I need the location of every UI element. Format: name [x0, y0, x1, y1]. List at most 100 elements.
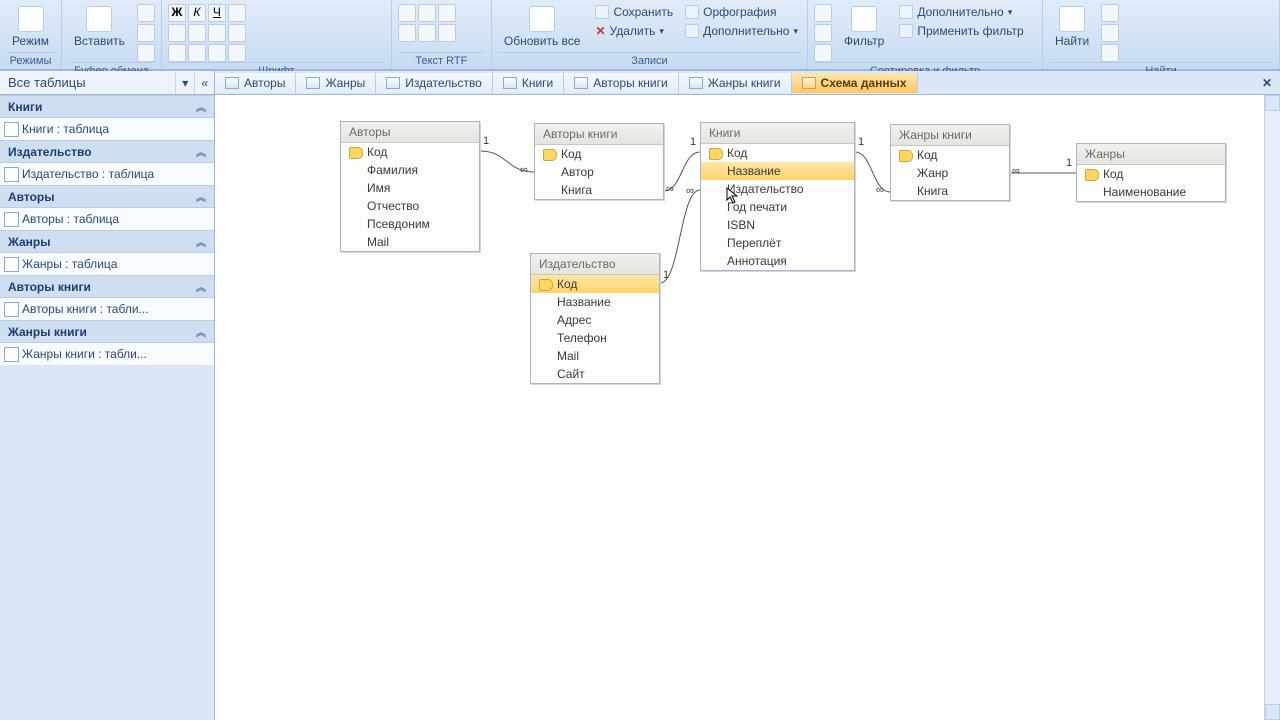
copy-icon[interactable]	[137, 24, 155, 42]
nav-item[interactable]: Авторы книги : табли...	[0, 298, 214, 320]
replace-icon[interactable]	[1101, 4, 1119, 22]
refresh-all-button[interactable]: Обновить все	[498, 4, 587, 50]
italic-button[interactable]: К	[188, 4, 206, 22]
nav-group-header[interactable]: Книги︽	[0, 95, 214, 118]
nav-title[interactable]: Все таблицы	[0, 71, 175, 94]
table-title[interactable]: Жанры	[1077, 144, 1225, 165]
table-authors[interactable]: АвторыКодФамилияИмяОтчествоПсевдонимMail	[340, 121, 480, 252]
underline-button[interactable]: Ч	[208, 4, 226, 22]
format-painter-icon[interactable]	[137, 44, 155, 62]
sort-asc-icon[interactable]	[814, 4, 832, 22]
apply-filter-button[interactable]: Применить фильтр	[896, 23, 1026, 39]
scroll-up-icon[interactable]	[1265, 95, 1280, 111]
ltr-icon[interactable]	[438, 4, 456, 22]
clear-sort-icon[interactable]	[814, 44, 832, 62]
fill-color-icon[interactable]	[188, 44, 206, 62]
border-icon[interactable]	[228, 44, 246, 62]
nav-item[interactable]: Авторы : таблица	[0, 208, 214, 230]
align-left-icon[interactable]	[228, 4, 246, 22]
table-field[interactable]: Книга	[891, 182, 1009, 200]
nav-dropdown[interactable]: ▾	[175, 72, 194, 94]
font-color-icon[interactable]	[168, 44, 186, 62]
nav-item[interactable]: Жанры книги : табли...	[0, 343, 214, 365]
nav-item[interactable]: Жанры : таблица	[0, 253, 214, 275]
table-field[interactable]: Название	[531, 293, 659, 311]
table-title[interactable]: Издательство	[531, 254, 659, 275]
table-field[interactable]: Сайт	[531, 365, 659, 383]
table-books[interactable]: КнигиКодНазваниеИздательствоГод печатиIS…	[700, 122, 855, 271]
table-title[interactable]: Книги	[701, 123, 854, 144]
tab-relationships[interactable]: Схема данных	[792, 73, 918, 93]
table-field[interactable]: Код	[531, 275, 659, 293]
nav-group-header[interactable]: Жанры книги︽	[0, 320, 214, 343]
nav-collapse[interactable]: «	[194, 72, 214, 94]
table-genresbooks[interactable]: Жанры книгиКодЖанрКнига	[890, 124, 1010, 201]
tab[interactable]: Издательство	[376, 73, 493, 93]
nav-item[interactable]: Издательство : таблица	[0, 163, 214, 185]
table-field[interactable]: Издательство	[701, 180, 854, 198]
goto-icon[interactable]	[1101, 24, 1119, 42]
rtl-icon[interactable]	[438, 24, 456, 42]
table-authorsbooks[interactable]: Авторы книгиКодАвторКнига	[534, 123, 664, 200]
scroll-down-icon[interactable]	[1265, 704, 1280, 720]
align-center-icon[interactable]	[168, 24, 186, 42]
tab[interactable]: Жанры книги	[679, 73, 792, 93]
nav-group-header[interactable]: Издательство︽	[0, 140, 214, 163]
table-title[interactable]: Авторы книги	[535, 124, 663, 145]
find-button[interactable]: Найти	[1049, 4, 1095, 50]
save-record-button[interactable]: Сохранить	[592, 4, 676, 20]
advanced-filter-button[interactable]: Дополнительно▾	[896, 4, 1026, 20]
table-field[interactable]: Автор	[535, 163, 663, 181]
tab[interactable]: Авторы книги	[564, 73, 678, 93]
filter-button[interactable]: Фильтр	[838, 4, 890, 50]
spelling-button[interactable]: Орфография	[682, 4, 801, 20]
table-field[interactable]: Имя	[341, 179, 479, 197]
table-field[interactable]: Псевдоним	[341, 215, 479, 233]
nav-group-header[interactable]: Жанры︽	[0, 230, 214, 253]
bold-button[interactable]: Ж	[168, 4, 186, 22]
table-field[interactable]: Фамилия	[341, 161, 479, 179]
table-field[interactable]: Mail	[531, 347, 659, 365]
table-field[interactable]: Жанр	[891, 164, 1009, 182]
table-field[interactable]: Отчество	[341, 197, 479, 215]
align-right-icon[interactable]	[188, 24, 206, 42]
delete-record-button[interactable]: ✕Удалить▾	[592, 23, 676, 39]
grid-icon[interactable]	[208, 24, 226, 42]
table-field[interactable]: ISBN	[701, 216, 854, 234]
bullets-icon[interactable]	[398, 4, 416, 22]
vertical-scrollbar[interactable]	[1264, 95, 1280, 720]
table-field[interactable]: Код	[341, 143, 479, 161]
relationships-canvas[interactable]: АвторыКодФамилияИмяОтчествоПсевдонимMail…	[215, 95, 1264, 720]
table-field[interactable]: Код	[701, 144, 854, 162]
table-field[interactable]: Аннотация	[701, 252, 854, 270]
table-field[interactable]: Код	[535, 145, 663, 163]
table-publisher[interactable]: ИздательствоКодНазваниеАдресТелефонMailС…	[530, 253, 660, 384]
tab-close[interactable]: ✕	[1254, 76, 1280, 90]
nav-group-header[interactable]: Авторы книги︽	[0, 275, 214, 298]
table-field[interactable]: Книга	[535, 181, 663, 199]
tab[interactable]: Жанры	[296, 73, 376, 93]
sort-desc-icon[interactable]	[814, 24, 832, 42]
cut-icon[interactable]	[137, 4, 155, 22]
table-field[interactable]: Телефон	[531, 329, 659, 347]
indent-inc-icon[interactable]	[418, 24, 436, 42]
records-more-button[interactable]: Дополнительно▾	[682, 23, 801, 39]
paste-button[interactable]: Вставить	[68, 4, 131, 50]
table-field[interactable]: Год печати	[701, 198, 854, 216]
table-field[interactable]: Адрес	[531, 311, 659, 329]
numbering-icon[interactable]	[418, 4, 436, 22]
table-title[interactable]: Жанры книги	[891, 125, 1009, 146]
table-title[interactable]: Авторы	[341, 122, 479, 143]
nav-item[interactable]: Книги : таблица	[0, 118, 214, 140]
tab[interactable]: Книги	[493, 73, 564, 93]
table-field[interactable]: Код	[891, 146, 1009, 164]
gridlines-icon[interactable]	[208, 44, 226, 62]
table-field[interactable]: Название	[701, 162, 854, 180]
table-field[interactable]: Наименование	[1077, 183, 1225, 201]
indent-dec-icon[interactable]	[398, 24, 416, 42]
table-genres[interactable]: ЖанрыКодНаименование	[1076, 143, 1226, 202]
alt-row-icon[interactable]	[228, 24, 246, 42]
nav-group-header[interactable]: Авторы︽	[0, 185, 214, 208]
view-button[interactable]: Режим	[6, 4, 55, 50]
select-icon[interactable]	[1101, 44, 1119, 62]
